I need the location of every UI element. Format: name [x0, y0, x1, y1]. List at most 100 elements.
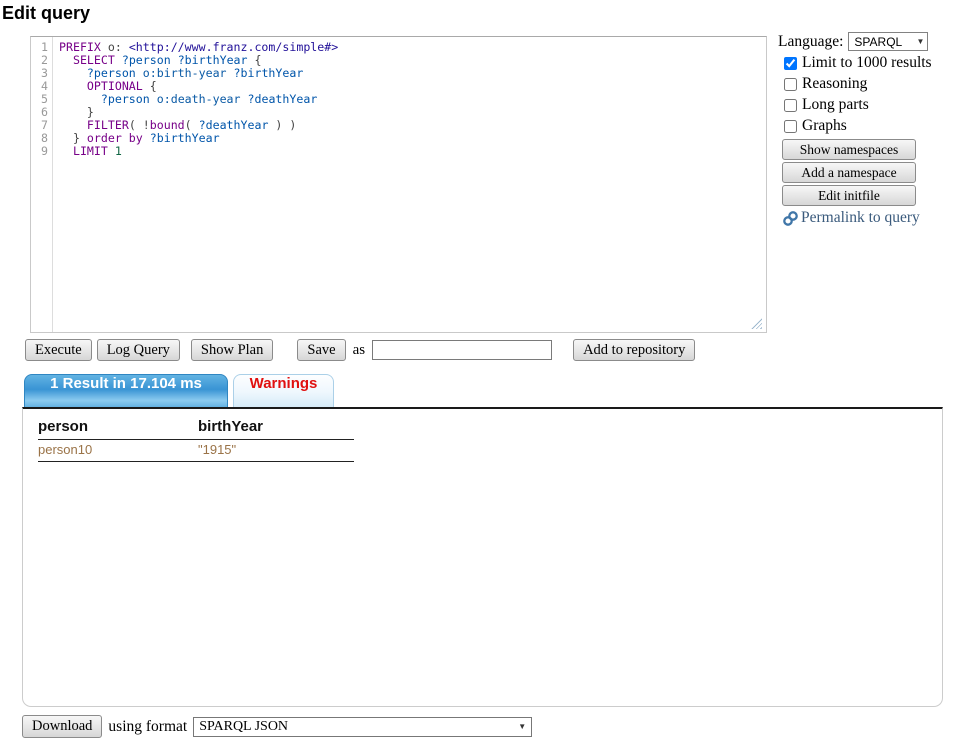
- execute-button[interactable]: Execute: [25, 339, 92, 361]
- line-number: 9: [31, 145, 52, 158]
- option-label: Graphs: [802, 117, 847, 135]
- format-select[interactable]: SPARQL JSON ▼: [193, 717, 532, 737]
- option-reasoning[interactable]: Reasoning: [784, 75, 950, 93]
- option-checkbox[interactable]: [784, 120, 797, 133]
- option-checkbox[interactable]: [784, 57, 797, 70]
- tab-warnings[interactable]: Warnings: [233, 374, 334, 407]
- code-token: {: [248, 53, 262, 67]
- code-token: SELECT: [73, 53, 115, 67]
- code-token: (: [185, 118, 199, 132]
- edit-query-page: Edit query 123456789 PREFIX o: <http://w…: [0, 0, 972, 748]
- chevron-down-icon: ▼: [518, 722, 526, 731]
- language-select-value: SPARQL: [854, 35, 902, 49]
- add-a-namespace-button[interactable]: Add a namespace: [782, 162, 916, 183]
- code-token: [150, 92, 157, 106]
- column-header: person: [38, 415, 198, 440]
- log-query-button[interactable]: Log Query: [97, 339, 180, 361]
- code-token: ) ): [268, 118, 296, 132]
- code-token: }: [59, 131, 87, 145]
- download-button[interactable]: Download: [22, 715, 102, 738]
- code-token: o:death-year: [157, 92, 241, 106]
- tab-results[interactable]: 1 Result in 17.104 ms: [24, 374, 228, 407]
- code-token: [59, 79, 87, 93]
- column-header: birthYear: [198, 415, 354, 440]
- language-label: Language:: [778, 33, 843, 51]
- code-token: <http://www.franz.com/simple#>: [129, 40, 338, 54]
- language-row: Language: SPARQL ▼: [778, 32, 950, 51]
- edit-initfile-button[interactable]: Edit initfile: [782, 185, 916, 206]
- code-token: PREFIX: [59, 40, 101, 54]
- page-title: Edit query: [2, 3, 90, 24]
- option-checkbox[interactable]: [784, 78, 797, 91]
- code-token: OPTIONAL: [87, 79, 143, 93]
- using-format-label: using format: [108, 718, 187, 736]
- option-label: Reasoning: [802, 75, 867, 93]
- code-token: [171, 53, 178, 67]
- code-token: ?person: [87, 66, 136, 80]
- download-row: Download using format SPARQL JSON ▼: [22, 715, 532, 738]
- chain-icon: [782, 210, 799, 227]
- query-options-sidebar: Language: SPARQL ▼ Limit to 1000 results…: [778, 32, 950, 227]
- code-token: [59, 118, 87, 132]
- code-token: [136, 66, 143, 80]
- option-checkbox[interactable]: [784, 99, 797, 112]
- code-token: [108, 144, 115, 158]
- result-resource-link[interactable]: person10: [38, 440, 198, 462]
- code-token: ( !: [129, 118, 150, 132]
- option-graphs[interactable]: Graphs: [784, 117, 950, 135]
- code-line: ?person o:birth-year ?birthYear: [59, 67, 766, 80]
- results-table: personbirthYear person10"1915": [38, 415, 354, 462]
- query-option-checkboxes: Limit to 1000 results Reasoning Long parts…: [778, 54, 950, 135]
- result-value: "1915": [198, 440, 354, 462]
- code-token: ?deathYear: [199, 118, 269, 132]
- chevron-down-icon: ▼: [917, 37, 925, 46]
- code-token: [59, 53, 73, 67]
- code-token: ?person: [101, 92, 150, 106]
- code-token: [115, 53, 122, 67]
- save-as-label: as: [353, 342, 366, 359]
- show-namespaces-button[interactable]: Show namespaces: [782, 139, 916, 160]
- code-token: }: [59, 105, 94, 119]
- code-token: ?deathYear: [248, 92, 318, 106]
- save-as-input[interactable]: [372, 340, 552, 360]
- code-line: LIMIT 1: [59, 145, 766, 158]
- code-token: ?birthYear: [178, 53, 248, 67]
- language-select[interactable]: SPARQL ▼: [848, 32, 928, 51]
- code-token: [227, 66, 234, 80]
- code-token: FILTER: [87, 118, 129, 132]
- option-label: Limit to 1000 results: [802, 54, 932, 72]
- code-token: [59, 144, 73, 158]
- code-line: ?person o:death-year ?deathYear: [59, 93, 766, 106]
- format-select-value: SPARQL JSON: [199, 719, 288, 735]
- code-token: [59, 92, 101, 106]
- code-token: [143, 131, 150, 145]
- table-row: person10"1915": [38, 440, 354, 462]
- code-token: bound: [150, 118, 185, 132]
- code-line: } order by ?birthYear: [59, 132, 766, 145]
- code-token: o:birth-year: [143, 66, 227, 80]
- option-limit-to-1000-results[interactable]: Limit to 1000 results: [784, 54, 950, 72]
- namespace-actions: Show namespacesAdd a namespaceEdit initf…: [782, 139, 950, 206]
- save-button[interactable]: Save: [297, 339, 345, 361]
- query-editor[interactable]: 123456789 PREFIX o: <http://www.franz.co…: [30, 36, 767, 333]
- show-plan-button[interactable]: Show Plan: [191, 339, 273, 361]
- resize-handle[interactable]: [751, 318, 762, 329]
- code-token: [241, 92, 248, 106]
- option-long-parts[interactable]: Long parts: [784, 96, 950, 114]
- code-token: ?birthYear: [234, 66, 304, 80]
- code-token: {: [143, 79, 157, 93]
- line-number-gutter: 123456789: [31, 37, 53, 332]
- query-toolbar: Execute Log Query Show Plan Save as Add …: [25, 339, 695, 361]
- code-token: ?person: [122, 53, 171, 67]
- code-token: ?birthYear: [150, 131, 220, 145]
- query-code-area[interactable]: PREFIX o: <http://www.franz.com/simple#>…: [54, 37, 766, 158]
- code-token: [59, 66, 87, 80]
- code-token: 1: [115, 144, 122, 158]
- permalink-to-query-link[interactable]: Permalink to query: [782, 209, 950, 227]
- add-to-repository-button[interactable]: Add to repository: [573, 339, 695, 361]
- results-panel: personbirthYear person10"1915": [22, 407, 943, 707]
- results-tabs: 1 Result in 17.104 ms Warnings: [24, 374, 334, 407]
- permalink-label: Permalink to query: [801, 209, 920, 227]
- option-label: Long parts: [802, 96, 869, 114]
- code-token: LIMIT: [73, 144, 108, 158]
